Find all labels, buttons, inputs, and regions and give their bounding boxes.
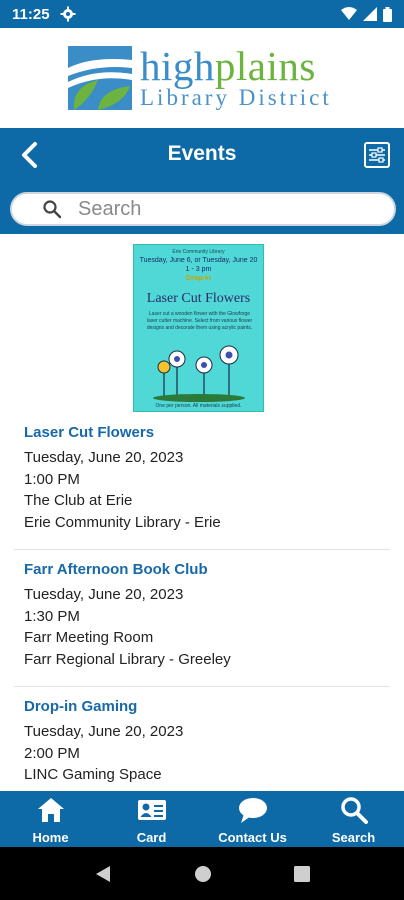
event-list-item[interactable]: Laser Cut Flowers Tuesday, June 20, 2023… [24,424,390,533]
logo-wordmark: highplains [140,44,316,88]
events-list[interactable]: Erie Community Library Tuesday, June 6, … [0,234,404,791]
filter-sliders-icon[interactable] [364,142,390,168]
logo-subtitle: Library District [140,85,332,110]
flyer-footer: One per person. All materials supplied. [155,403,242,409]
logo-word-plains: plains [214,43,316,89]
search-icon [340,797,368,824]
event-list-item[interactable]: Farr Afternoon Book Club Tuesday, June 2… [24,561,390,670]
event-time: 1:00 PM [24,470,80,488]
system-nav-bar [0,847,404,900]
flyer-date-line1: Tuesday, June 6, or Tuesday, June 20 [139,257,258,264]
list-divider [14,549,390,550]
status-indicators [341,6,392,22]
flyer-date-line3: Drop-in [186,275,211,282]
nav-contact-us[interactable]: Contact Us [202,791,303,847]
event-date: Tuesday, June 20, 2023 [24,723,184,740]
event-room: Farr Meeting Room [24,629,154,646]
system-recents-icon[interactable] [294,865,310,882]
flowers-illustration-icon [153,345,245,402]
library-logo-mark-icon [68,46,132,110]
flyer-date-text: Tuesday, June 6, or Tuesday, June 20 1 -… [134,256,263,283]
nav-home[interactable]: Home [0,791,101,847]
search-input[interactable] [78,197,358,221]
search-bar[interactable] [10,192,396,226]
library-logo: highplains Library District [0,28,404,128]
flyer-date-line2: 1 - 3 pm [185,266,212,273]
app-header: Events [0,128,404,234]
nav-home-label: Home [32,830,69,845]
event-date: Tuesday, June 20, 2023 [24,449,184,466]
event-list-item[interactable]: Drop-in Gaming Tuesday, June 20, 2023 2:… [24,698,390,786]
logo-word-high: high [140,43,215,89]
event-title[interactable]: Laser Cut Flowers [24,424,390,441]
event-room: The Club at Erie [24,492,133,509]
nav-card-label: Card [136,830,167,845]
event-room: LINC Gaming Space [24,766,162,783]
event-library: Erie Community Library - Erie [24,513,221,531]
event-title[interactable]: Farr Afternoon Book Club [24,561,390,578]
card-icon [137,800,166,820]
bottom-nav: Home Card Contact Us Search [0,791,404,847]
chat-icon [238,798,267,823]
event-title[interactable]: Drop-in Gaming [24,698,390,715]
wifi-icon [341,7,357,20]
flyer-top-text: Erie Community Library [172,249,225,255]
event-library: Farr Regional Library - Greeley [24,650,231,668]
flyer-body: Laser cut a wooden flower with the Glowf… [146,311,253,331]
event-time: 2:00 PM [24,744,80,762]
nav-contact-us-label: Contact Us [218,830,287,845]
signal-icon [363,7,377,21]
event-time: 1:30 PM [24,607,80,625]
nav-search-label: Search [331,830,376,845]
settings-gear-icon [60,6,76,22]
system-back-icon[interactable] [94,865,112,883]
system-home-icon[interactable] [194,865,212,883]
list-divider [14,686,390,687]
home-icon [37,798,64,822]
event-date: Tuesday, June 20, 2023 [24,586,184,603]
nav-search[interactable]: Search [303,791,404,847]
page-title: Events [167,142,237,165]
nav-card[interactable]: Card [101,791,202,847]
flyer-title: Laser Cut Flowers [146,291,251,306]
status-bar: 11:25 [0,0,404,28]
status-time: 11:25 [12,5,50,23]
battery-icon [383,6,392,22]
event-flyer-image[interactable]: Erie Community Library Tuesday, June 6, … [133,244,264,412]
search-icon [43,200,62,219]
